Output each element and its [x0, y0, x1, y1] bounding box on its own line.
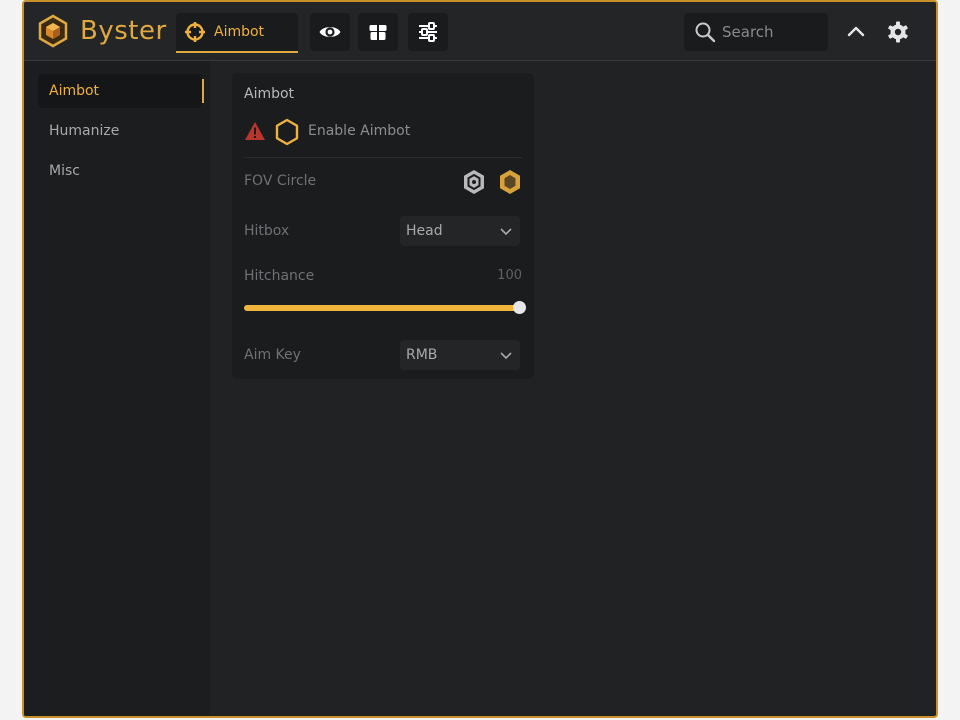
sidebar: Aimbot Humanize Misc [24, 61, 210, 716]
hitbox-label: Hitbox [244, 223, 290, 239]
enable-aimbot-label: Enable Aimbot [308, 123, 411, 139]
sidebar-item-aimbot[interactable]: Aimbot [38, 74, 204, 108]
sidebar-item-label: Misc [49, 163, 80, 179]
app-window: Byster Aimbot Search Aimbot Humanize Mis… [22, 0, 938, 718]
settings-sliders-button[interactable] [408, 13, 448, 51]
slider-fill [244, 305, 520, 311]
sidebar-item-label: Aimbot [49, 83, 100, 99]
aimbot-panel: Aimbot Enable Aimbot FOV Circle Hitbox H… [232, 73, 534, 379]
aim-key-value: RMB [406, 347, 438, 363]
tab-aimbot-label: Aimbot [214, 24, 265, 40]
header-bar: Byster Aimbot [24, 2, 936, 61]
fov-circle-label: FOV Circle [244, 173, 317, 189]
sidebar-item-humanize[interactable]: Humanize [38, 114, 202, 148]
gear-icon[interactable] [886, 20, 910, 48]
search-input[interactable] [722, 22, 822, 42]
enable-aimbot-checkbox[interactable] [274, 118, 300, 150]
hitchance-value: 100 [497, 268, 522, 283]
divider [244, 157, 522, 158]
fov-circle-color-icon[interactable] [498, 169, 522, 199]
visuals-button[interactable] [310, 13, 350, 51]
byster-logo-icon [36, 14, 70, 52]
tab-aimbot[interactable]: Aimbot [176, 13, 298, 53]
aim-key-label: Aim Key [244, 347, 301, 363]
misc-button[interactable] [358, 13, 398, 51]
sidebar-item-misc[interactable]: Misc [38, 154, 202, 188]
panel-title: Aimbot [244, 86, 295, 102]
crosshair-icon [184, 21, 206, 47]
hitbox-value: Head [406, 223, 443, 239]
chevron-up-icon[interactable] [846, 22, 866, 46]
brand-name: Byster [80, 16, 167, 46]
warning-icon [244, 121, 266, 145]
hitchance-slider[interactable] [244, 301, 526, 315]
hitbox-select[interactable]: Head [400, 216, 520, 246]
fov-circle-settings-icon[interactable] [462, 169, 486, 199]
hitchance-label: Hitchance [244, 268, 315, 284]
slider-thumb[interactable] [513, 301, 526, 314]
search-box[interactable] [684, 13, 828, 51]
aim-key-select[interactable]: RMB [400, 340, 520, 370]
sidebar-item-label: Humanize [49, 123, 120, 139]
